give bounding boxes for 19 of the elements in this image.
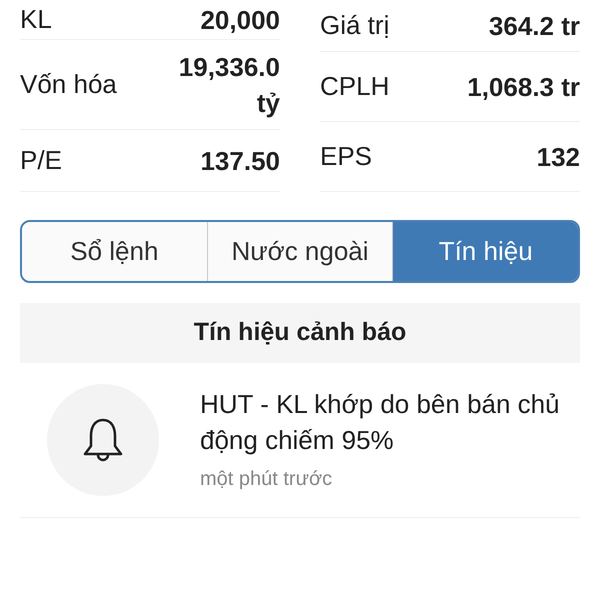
stat-label: EPS bbox=[320, 140, 372, 173]
stat-label: P/E bbox=[20, 144, 62, 177]
stat-value: 1,068.3 tr bbox=[467, 70, 580, 104]
stat-value: 137.50 bbox=[200, 144, 280, 178]
stat-value: 20,000 bbox=[200, 4, 280, 36]
stat-label: Vốn hóa bbox=[20, 68, 117, 101]
alert-time: một phút trước bbox=[200, 467, 334, 492]
stat-value: 132 bbox=[536, 140, 580, 174]
stat-label: Giá trị bbox=[320, 9, 390, 42]
stat-value: 364.2 tr bbox=[488, 10, 580, 42]
section-title: Tín hiệu cảnh báo bbox=[194, 317, 406, 348]
tab[interactable]: Tín hiệu bbox=[392, 222, 578, 281]
tab[interactable]: Nước ngoài bbox=[206, 222, 392, 281]
stat-label: KL bbox=[20, 3, 52, 36]
tab[interactable]: Sổ lệnh bbox=[22, 222, 207, 281]
bell-icon bbox=[82, 417, 124, 463]
stat-label: CPLH bbox=[320, 70, 390, 103]
alert-message: HUT - KL khớp do bên bán chủ động chiếm 95% bbox=[200, 388, 561, 457]
stat-value: 19,336.0 tỷ bbox=[178, 50, 280, 120]
